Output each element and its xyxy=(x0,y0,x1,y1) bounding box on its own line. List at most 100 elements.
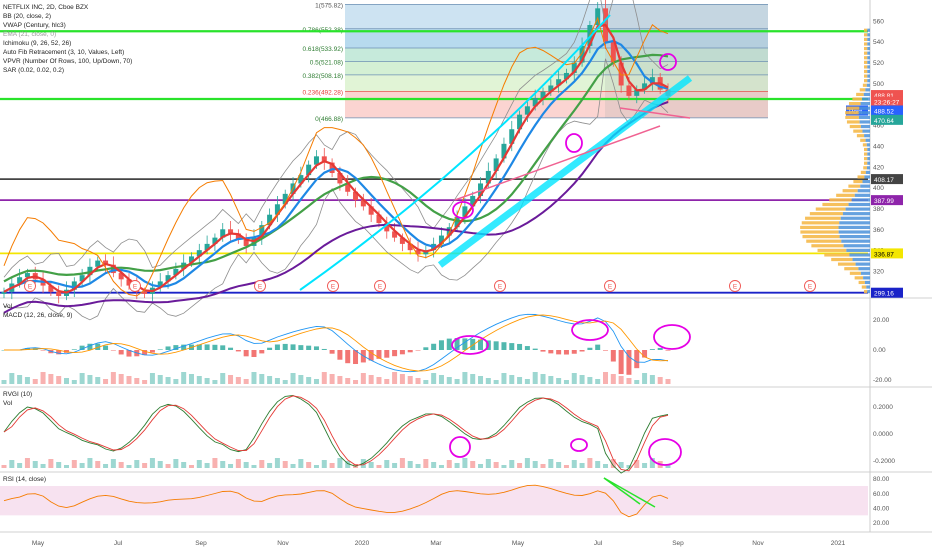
rvgi-volume-bar xyxy=(392,463,398,468)
level-tag-2: 336.87 xyxy=(874,251,894,258)
rvgi-volume-bar xyxy=(126,465,132,468)
x-axis-label-10: 2021 xyxy=(831,540,846,547)
vpvr-bar-down xyxy=(860,124,870,129)
volume-bar xyxy=(626,378,632,384)
macd-histogram-bar xyxy=(392,350,398,357)
rvgi-volume-bar xyxy=(134,460,140,468)
volume-bar xyxy=(196,376,202,384)
vpvr-bar-down xyxy=(867,65,870,69)
vpvr-bar-down xyxy=(867,28,870,32)
vpvr-bar-down xyxy=(867,51,870,55)
volume-bar xyxy=(485,378,491,384)
vpvr-bar-up xyxy=(864,28,868,32)
vpvr-bar-down xyxy=(860,102,870,106)
x-axis-label-5: Mar xyxy=(430,540,442,547)
volume-bar xyxy=(649,375,655,384)
rvgi-volume-bar xyxy=(282,461,288,468)
volume-bar xyxy=(415,378,421,384)
volume-bar xyxy=(540,374,546,384)
macd-histogram-bar xyxy=(165,346,171,350)
indicator-vwap[interactable]: VWAP (Century, hlc3) xyxy=(3,21,132,30)
volume-bar xyxy=(524,379,530,384)
volume-bar xyxy=(407,376,413,384)
price-tag-3: 488.52 xyxy=(874,108,894,115)
indicator-bb[interactable]: BB (20, close, 2) xyxy=(3,12,132,21)
macd-histogram-bar xyxy=(524,346,530,350)
vpvr-bar-down xyxy=(867,42,870,46)
volume-bar xyxy=(188,374,194,384)
volume-bar xyxy=(337,376,343,384)
vpvr-bar-up xyxy=(863,166,867,170)
volume-bar xyxy=(165,377,171,384)
vpvr-bar-up xyxy=(860,138,866,142)
macd-histogram-bar xyxy=(40,350,46,351)
volume-bar xyxy=(282,380,288,384)
vpvr-bar-up xyxy=(864,152,868,156)
macd-histogram-bar xyxy=(399,350,405,355)
x-axis-label-7: Jul xyxy=(594,540,603,547)
macd-histogram-bar xyxy=(657,347,663,350)
macd-histogram-bar xyxy=(243,350,249,357)
vpvr-bar-up xyxy=(845,115,859,119)
vpvr-bar-down xyxy=(848,202,870,207)
macd-histogram-bar xyxy=(306,345,312,350)
macd-histogram-bar xyxy=(118,350,124,355)
volume-bar xyxy=(274,378,280,384)
rvgi-volume-bar xyxy=(48,459,54,468)
vpvr-bar-down xyxy=(867,147,870,152)
vpvr-bar-up xyxy=(836,193,855,197)
macd-histogram-bar xyxy=(595,344,601,350)
indicator-ema[interactable]: EMA (21, close, 0) xyxy=(3,30,132,39)
price-tick-380: 380 xyxy=(873,206,884,213)
indicator-autofib[interactable]: Auto Fib Retracement (3, 10, Values, Lef… xyxy=(3,48,132,57)
rvgi-volume-bar xyxy=(485,459,491,468)
macd-histogram-bar xyxy=(384,350,390,358)
vpvr-bar-down xyxy=(866,285,870,289)
volume-bar xyxy=(642,373,648,384)
volume-bar xyxy=(40,372,46,384)
indicator-vpvr[interactable]: VPVR (Number Of Rows, 100, Up/Down, 70) xyxy=(3,57,132,66)
vpvr-bar-down xyxy=(867,79,870,83)
vpvr-bar-up xyxy=(824,253,850,257)
vpvr-bar-up xyxy=(864,60,868,64)
vpvr-bar-up xyxy=(862,83,867,87)
volume-bar xyxy=(235,377,241,384)
volume-bar xyxy=(563,380,569,384)
fib-label-0.236: 0.236(492.28) xyxy=(303,89,343,96)
indicator-ichimoku[interactable]: Ichimoku (9, 26, 52, 26) xyxy=(3,39,132,48)
rvgi-pane-label[interactable]: RVGI (10) xyxy=(3,390,32,399)
rsi-pane-label[interactable]: RSI (14, close) xyxy=(3,475,46,484)
earnings-label-7: E xyxy=(733,284,738,291)
vpvr-bar-up xyxy=(837,262,856,266)
volume-bar xyxy=(71,380,77,384)
rvgi-volume-bar xyxy=(274,458,280,468)
vpvr-bar-up xyxy=(858,280,865,285)
macd-histogram-bar xyxy=(228,347,234,350)
rvgi-tick-1: 0.0000 xyxy=(873,431,893,438)
rvgi-volume-bar xyxy=(540,464,546,468)
vpvr-bar-down xyxy=(863,92,870,97)
volume-bar xyxy=(87,375,93,384)
macd-pane-label[interactable]: MACD (12, 26, close, 9) xyxy=(3,311,72,320)
indicator-sar[interactable]: SAR (0.02, 0.02, 0.2) xyxy=(3,66,132,75)
vpvr-bar-down xyxy=(845,207,870,211)
rvgi-volume-bar xyxy=(431,462,437,468)
rvgi-volume-bar xyxy=(188,465,194,468)
volume-bar xyxy=(204,378,210,384)
fib-label-1: 1(575.82) xyxy=(315,2,343,9)
volume-bar xyxy=(251,372,257,384)
rvgi-volume-bar xyxy=(173,459,179,468)
rvgi-volume-bar xyxy=(548,459,554,468)
volume-bar xyxy=(24,377,30,384)
price-tick-400: 400 xyxy=(873,185,884,192)
volume-bar xyxy=(181,372,187,384)
vpvr-bar-down xyxy=(865,170,870,174)
vpvr-bar-down xyxy=(866,143,870,147)
rvgi-volume-bar xyxy=(306,462,312,468)
volume-bar xyxy=(63,378,69,384)
symbol-title[interactable]: NETFLIX INC, 2D, Cboe BZX xyxy=(3,3,132,12)
rvgi-volume-bar xyxy=(142,463,148,468)
rvgi-volume-bar xyxy=(32,461,38,468)
rvgi-volume-bar xyxy=(509,460,515,468)
x-axis-label-3: Nov xyxy=(277,540,289,547)
